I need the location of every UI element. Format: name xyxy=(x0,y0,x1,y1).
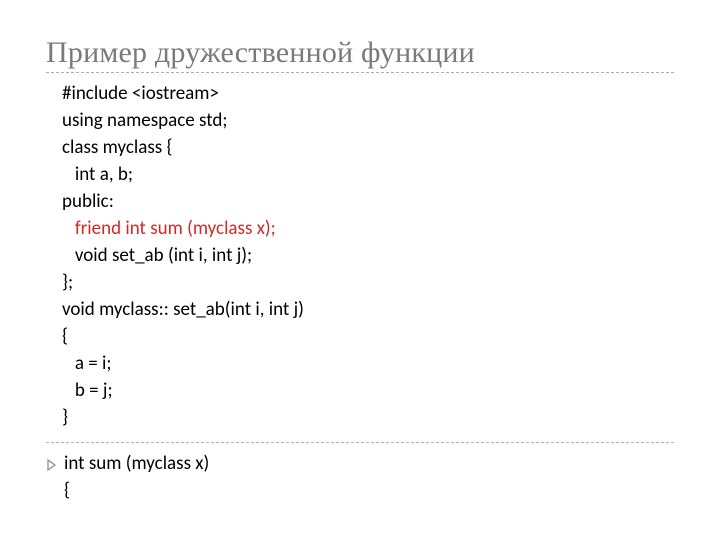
code-line: { xyxy=(62,325,68,348)
code-line: using namespace std; xyxy=(62,109,227,132)
bullet-item: int sum (myclass x) { xyxy=(46,451,674,505)
code-line: void set_ab (int i, int j); xyxy=(62,244,252,267)
code-body: #include <iostream> using namespace std;… xyxy=(46,81,674,432)
code-line: int sum (myclass x) xyxy=(64,452,209,475)
code-line: #include <iostream> xyxy=(62,82,219,105)
bullet-text: int sum (myclass x) { xyxy=(64,451,209,505)
code-line: class myclass { xyxy=(62,136,172,159)
code-line: } xyxy=(62,406,68,429)
code-line: void myclass:: set_ab(int i, int j) xyxy=(62,298,304,321)
title-underline xyxy=(46,72,674,73)
code-line: a = i; xyxy=(62,352,112,375)
chevron-right-icon xyxy=(46,457,58,476)
slide: Пример дружественной функции #include <i… xyxy=(0,0,720,540)
slide-title: Пример дружественной функции xyxy=(46,36,674,70)
code-line: { xyxy=(64,479,70,502)
code-line-highlight: friend int sum (myclass x); xyxy=(62,217,276,240)
code-line: b = j; xyxy=(62,379,113,402)
code-line: public: xyxy=(62,190,114,213)
code-line: }; xyxy=(62,271,73,294)
section-divider xyxy=(46,442,674,443)
code-line: int a, b; xyxy=(62,163,133,186)
